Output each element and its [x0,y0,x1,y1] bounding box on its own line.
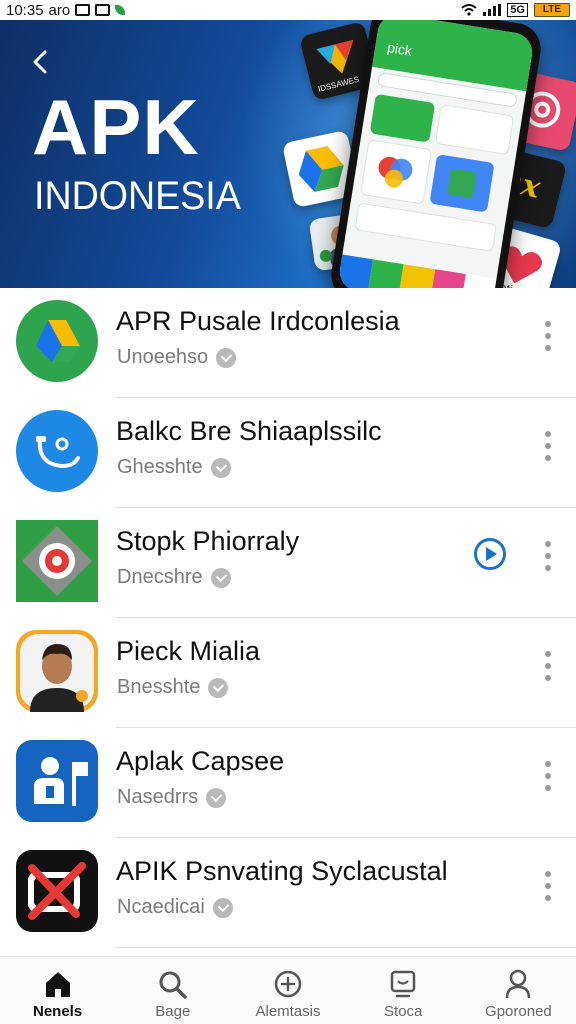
image-icon [75,4,91,16]
app-subtitle-text: Unoeehso [117,346,209,368]
red-x-icon [16,850,98,932]
verified-icon [210,457,231,478]
app-subtitle-text: Nasedrrs [117,786,199,808]
nav-label: Gporoned [485,1003,552,1020]
list-item[interactable]: Pieck Mialia Bnesshte [0,618,576,728]
bottom-navigation: Nenels Bage Alemtasis Stoca Gporoned [0,956,576,1024]
nav-item-home[interactable]: Nenels [0,957,115,1024]
app-subtitle-text: Dnecshre [117,566,203,588]
battery-icon: LTE [534,3,570,17]
more-options-button[interactable] [540,431,556,461]
app-title: APIK Psnvating Syclacustal [116,856,448,886]
green-target-icon [16,520,98,602]
nav-label: Nenels [33,1003,83,1020]
nav-item-store[interactable]: Stoca [346,957,461,1024]
nav-item-search[interactable]: Bage [115,957,230,1024]
verified-icon [212,897,233,918]
signal-icon [483,4,502,16]
status-left: 10:35 aro [6,1,126,19]
app-subtitle: Ghesshte [117,456,231,479]
app-title: APR Pusale Irdconlesia [116,306,400,336]
play-button[interactable] [474,538,506,570]
more-options-button[interactable] [540,871,556,901]
hero-banner: APK INDONESIA IDSSAWES ax pick [0,20,576,288]
leaf-icon [115,5,126,15]
app-title: Balkc Bre Shiaaplssilc [116,416,382,446]
app-subtitle-text: Bnesshte [117,676,201,698]
add-circle-icon [270,967,306,1001]
monitor-icon [385,967,421,1001]
phone-card-google [359,139,432,205]
divider [116,947,576,948]
app-title: Aplak Capsee [116,746,285,776]
gallery-icon [95,4,111,16]
phone-card-store [429,154,495,213]
app-subtitle-text: Ghesshte [117,456,203,478]
phone-card-white [434,104,515,156]
app-subtitle: Unoeehso [117,346,237,369]
list-item[interactable]: Stopk Phiorraly Dnecshre [0,508,576,618]
nav-label: Bage [155,1003,191,1020]
app-subtitle-text: Ncaedicai [117,896,205,918]
list-item[interactable]: Balkc Bre Shiaaplssilc Ghesshte [0,398,576,508]
status-carrier: aro [48,1,71,19]
list-item[interactable]: Aplak Capsee Nasedrrs [0,728,576,838]
app-title: Stopk Phiorraly [116,526,300,556]
nav-label: Stoca [384,1003,423,1020]
nav-item-profile[interactable]: Gporoned [461,957,576,1024]
phone-dock [337,254,497,288]
list-item[interactable]: APR Pusale Irdconlesia Unoeehso [0,288,576,398]
hero-title: APK [32,83,200,171]
search-icon [155,967,191,1001]
person-flag-icon [16,740,98,822]
color-dots-icon [378,156,413,188]
app-subtitle: Nasedrrs [117,786,227,809]
verified-icon [206,787,227,808]
profile-icon [500,967,536,1001]
more-options-button[interactable] [540,651,556,681]
wifi-icon [461,4,477,16]
phone-card-store-inner [447,168,477,199]
google-drive-icon [16,300,98,382]
app-title: Pieck Mialia [116,636,261,666]
chevron-left-icon [33,50,47,74]
back-button[interactable] [24,46,56,78]
phone-app-name: pick [386,39,414,59]
app-list: APR Pusale Irdconlesia Unoeehso Balkc Br… [0,288,576,948]
phone-screen: pick [337,20,535,288]
network-badge: 5G [507,3,528,17]
list-item[interactable]: APIK Psnvating Syclacustal Ncaedicai [0,838,576,948]
phone-card-green [369,93,436,143]
app-subtitle: Ncaedicai [117,896,233,919]
verified-icon [216,347,237,368]
status-bar: 10:35 aro 5G LTE [0,0,576,20]
hero-subtitle: INDONESIA [34,174,241,218]
more-options-button[interactable] [540,541,556,571]
app-subtitle: Dnecshre [117,566,231,589]
app-subtitle: Bnesshte [117,676,229,699]
status-time: 10:35 [6,1,44,19]
verified-icon [210,567,231,588]
blue-circle-phone-icon [16,410,98,492]
more-options-button[interactable] [540,761,556,791]
more-options-button[interactable] [540,321,556,351]
home-icon [40,967,76,1001]
verified-icon [208,677,229,698]
nav-item-add[interactable]: Alemtasis [230,957,345,1024]
status-right: 5G LTE [461,3,570,17]
avatar-icon [16,630,98,712]
nav-label: Alemtasis [255,1003,321,1020]
